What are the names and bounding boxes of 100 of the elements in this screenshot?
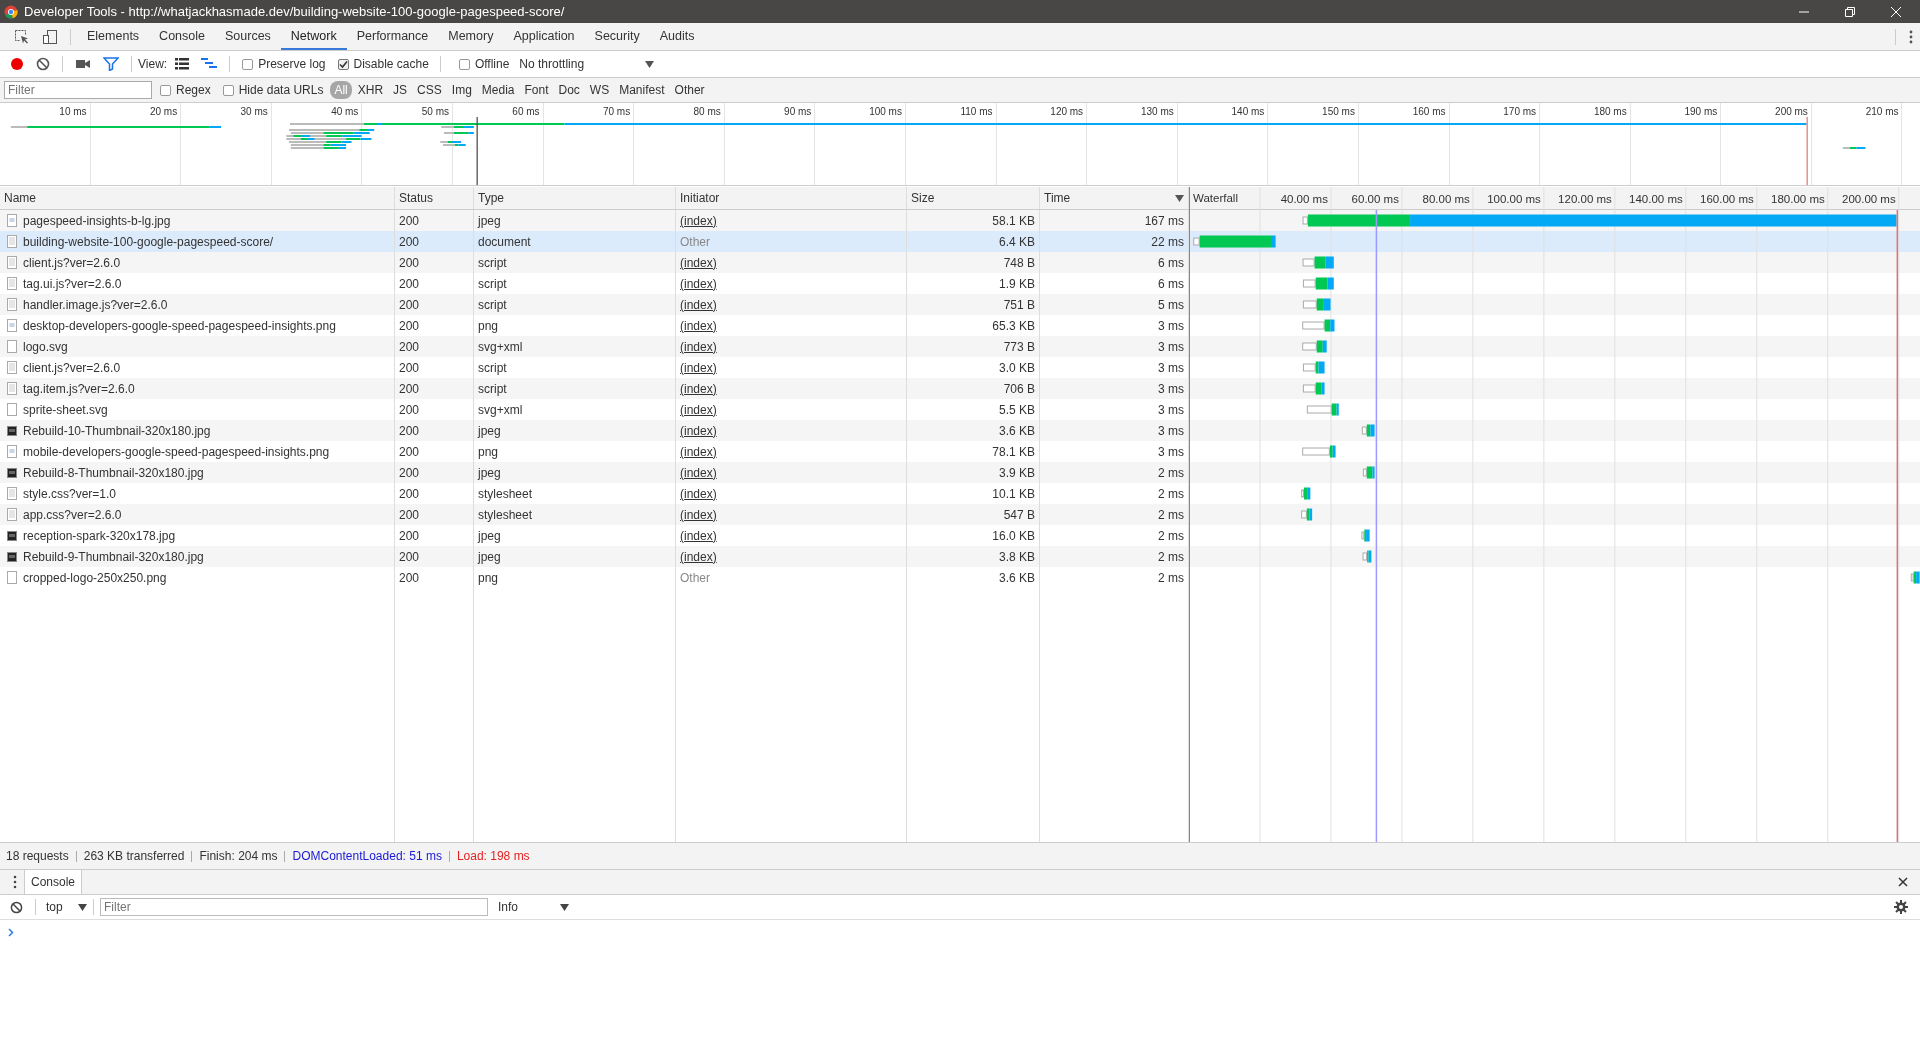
panel-tab[interactable]: Audits <box>649 23 705 50</box>
request-row[interactable]: building-website-100-google-pagespeed-score/ 200 document Other 6.4 KB 22 ms <box>0 231 1189 252</box>
initiator-link[interactable]: (index) <box>680 549 717 564</box>
waterfall-view-icon[interactable] <box>201 58 218 70</box>
time-text: 3 ms <box>1158 444 1184 459</box>
initiator-link[interactable]: (index) <box>680 528 717 543</box>
filter-field[interactable]: Filter <box>4 81 152 99</box>
status-code: 200 <box>399 339 420 354</box>
size-text: 78.1 KB <box>992 444 1035 459</box>
type-filter-button[interactable]: Manifest <box>615 81 669 99</box>
record-button[interactable] <box>10 57 24 71</box>
panel-tab[interactable]: Application <box>503 23 585 50</box>
context-dropdown[interactable]: top <box>42 900 78 914</box>
type-filter-button[interactable]: XHR <box>353 81 388 99</box>
initiator-link[interactable]: (index) <box>680 507 717 522</box>
initiator-link[interactable]: (index) <box>680 360 717 375</box>
request-row[interactable]: Rebuild-8-Thumbnail-320x180.jpg 200 jpeg (index) 3.9 KB 2 ms <box>0 462 1189 483</box>
panel-tab[interactable]: Sources <box>215 23 281 50</box>
status-code: 200 <box>399 318 420 333</box>
dropdown-caret-icon[interactable] <box>560 903 569 911</box>
column-header[interactable]: Time <box>1044 191 1071 205</box>
filter-icon[interactable] <box>103 57 119 71</box>
panel-tab[interactable]: Performance <box>346 23 439 50</box>
file-name: pagespeed-insights-b-lg.jpg <box>23 213 171 228</box>
request-timing-drawing <box>1301 487 1311 500</box>
initiator-link[interactable]: (index) <box>680 339 717 354</box>
type-text: jpeg <box>478 213 501 228</box>
clear-icon[interactable] <box>36 57 50 71</box>
list-view-icon[interactable] <box>175 58 190 70</box>
dropdown-caret-icon[interactable] <box>78 903 87 911</box>
more-icon[interactable] <box>12 875 18 889</box>
dropdown-caret-icon[interactable] <box>645 60 655 68</box>
initiator-link[interactable]: (index) <box>680 402 717 417</box>
more-icon[interactable] <box>1908 28 1914 45</box>
request-row[interactable]: handler.image.js?ver=2.6.0 200 script (index) 751 B 5 ms <box>0 294 1189 315</box>
column-header[interactable]: Initiator <box>680 191 720 205</box>
column-header[interactable]: Status <box>399 191 434 205</box>
type-filter-button[interactable]: Media <box>477 81 519 99</box>
type-text: jpeg <box>478 465 501 480</box>
initiator-link[interactable]: (index) <box>680 486 717 501</box>
type-filter-button[interactable]: Img <box>447 81 476 99</box>
drawer-tab[interactable]: Console <box>24 870 83 894</box>
camera-icon[interactable] <box>75 58 91 70</box>
request-row[interactable]: app.css?ver=2.6.0 200 stylesheet (index) 547 B 2 ms <box>0 504 1189 525</box>
type-filter-button[interactable]: WS <box>585 81 614 99</box>
initiator-link[interactable]: (index) <box>680 465 717 480</box>
type-filter-button[interactable]: Font <box>520 81 553 99</box>
type-filter-button[interactable]: Other <box>670 81 709 99</box>
request-row[interactable]: Rebuild-10-Thumbnail-320x180.jpg 200 jpeg (index) 3.6 KB 3 ms <box>0 420 1189 441</box>
settings-icon[interactable] <box>1894 900 1908 914</box>
panel-tab[interactable]: Elements <box>77 23 150 50</box>
clear-icon[interactable] <box>10 900 23 914</box>
option-label: Hide data URLs <box>238 83 324 97</box>
restore-icon[interactable] <box>1844 5 1856 18</box>
initiator-link[interactable]: (index) <box>680 423 717 438</box>
checkbox[interactable] <box>337 58 349 70</box>
throttling-dropdown[interactable]: No throttling <box>515 57 646 71</box>
type-filter-button[interactable]: Doc <box>554 81 584 99</box>
checkbox[interactable] <box>458 58 470 70</box>
initiator-link[interactable]: (index) <box>680 255 717 270</box>
column-header[interactable]: Size <box>911 191 935 205</box>
column-header[interactable]: Type <box>478 191 504 205</box>
inspect-icon[interactable] <box>14 28 30 45</box>
initiator-link[interactable]: (index) <box>680 276 717 291</box>
file-name: reception-spark-320x178.jpg <box>23 528 176 543</box>
column-header[interactable]: Waterfall <box>1193 192 1238 204</box>
filter-field[interactable]: Filter <box>100 898 488 916</box>
checkbox[interactable] <box>242 58 254 70</box>
file-name: building-website-100-google-pagespeed-score/ <box>23 234 274 249</box>
initiator-link[interactable]: (index) <box>680 318 717 333</box>
initiator-link[interactable]: (index) <box>680 213 717 228</box>
size-text: 3.8 KB <box>998 549 1035 564</box>
document-icon <box>7 382 17 395</box>
image-file-icon <box>7 214 17 227</box>
request-row[interactable]: cropped-logo-250x250.png 200 png Other 3.6 KB 2 ms <box>0 567 1189 588</box>
panel-tab[interactable]: Security <box>584 23 650 50</box>
initiator-link[interactable]: (index) <box>680 444 717 459</box>
type-filter-button[interactable]: CSS <box>413 81 446 99</box>
level-dropdown[interactable]: Info <box>494 900 560 914</box>
panel-tab[interactable]: Memory <box>438 23 504 50</box>
column-header[interactable]: Name <box>4 191 36 205</box>
tick-label: 140 ms <box>1231 106 1265 117</box>
request-row[interactable]: pagespeed-insights-b-lg.jpg 200 jpeg (index) 58.1 KB 167 ms <box>0 210 1189 231</box>
request-timing-drawing <box>1302 340 1327 353</box>
checkbox[interactable] <box>160 84 171 96</box>
tick-label: 10 ms <box>59 106 87 117</box>
request-row[interactable]: client.js?ver=2.6.0 200 script (index) 748 B 6 ms <box>0 252 1189 273</box>
request-row[interactable]: logo.svg 200 svg+xml (index) 773 B 3 ms <box>0 336 1189 357</box>
panel-tab[interactable]: Console <box>149 23 215 50</box>
checkbox[interactable] <box>222 84 234 96</box>
close-icon[interactable] <box>1898 877 1908 887</box>
device-icon[interactable] <box>42 28 58 45</box>
request-row[interactable]: Rebuild-9-Thumbnail-320x180.jpg 200 jpeg (index) 3.8 KB 2 ms <box>0 546 1189 567</box>
type-filter-button[interactable]: JS <box>389 81 412 99</box>
initiator-link[interactable]: (index) <box>680 381 717 396</box>
tick-label: 100 ms <box>869 106 902 117</box>
file-name: mobile-developers-google-speed-pagespeed-insights.png <box>23 444 330 459</box>
initiator-link[interactable]: (index) <box>680 297 717 312</box>
type-text: svg+xml <box>478 339 523 354</box>
request-row[interactable]: tag.item.js?ver=2.6.0 200 script (index) 706 B 3 ms <box>0 378 1189 399</box>
